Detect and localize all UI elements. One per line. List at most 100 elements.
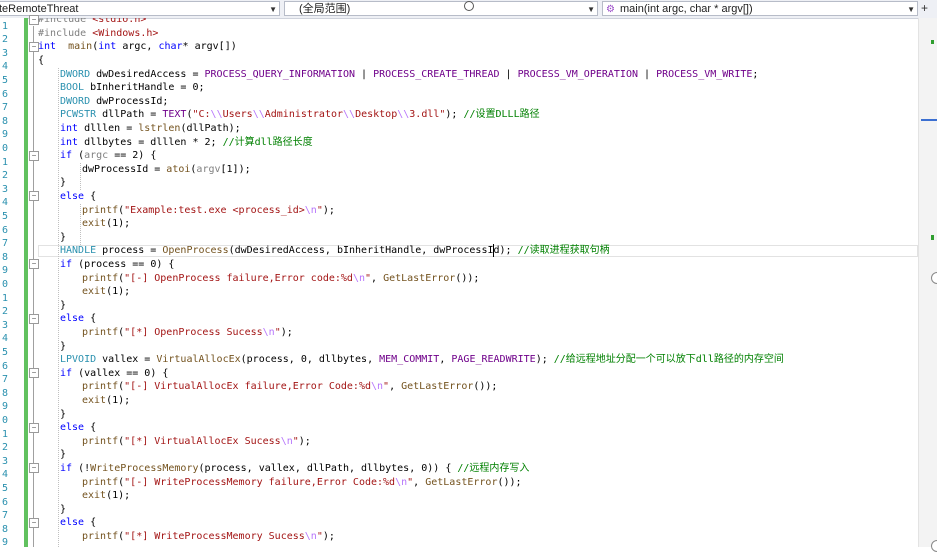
line-number: 4 (1, 61, 8, 73)
code-token: * argv[]) (182, 41, 237, 53)
code-token: { (84, 313, 97, 325)
code-token: PROCESS_CREATE_THREAD (373, 68, 500, 80)
line-number: 3 (1, 319, 8, 331)
code-line: } (60, 299, 66, 313)
scroll-handle-icon[interactable] (931, 272, 937, 284)
code-token: //读取进程获取句柄 (517, 245, 610, 257)
code-token: (process, 0, dllbytes, (240, 354, 380, 366)
line-number: 5 (1, 74, 8, 86)
code-token: "[-] WriteProcessMemory failure,Error Co… (124, 476, 396, 488)
code-token: DWORD (60, 68, 91, 80)
code-token: int (60, 136, 79, 148)
line-number: 6 (1, 360, 8, 372)
code-token: dwProcessId; (90, 95, 169, 107)
code-line: } (60, 503, 66, 517)
code-token: (vallex == 0) { (72, 367, 169, 379)
code-token: //设置DLLL路径 (463, 109, 540, 121)
code-token: printf (82, 531, 119, 542)
code-token: ()); (473, 381, 498, 393)
code-token: process = (96, 245, 163, 257)
code-editor[interactable]: #include <stdio.h> #include <Windows.h> in… (38, 18, 918, 547)
split-handle[interactable] (464, 1, 474, 11)
code-token: LPVOID (60, 354, 97, 366)
code-token: dllbytes = dlllen * 2; (78, 136, 223, 148)
code-token: } (60, 299, 67, 311)
code-token: //远程内存写入 (457, 463, 530, 474)
code-line: else { (60, 190, 96, 204)
code-token: main (68, 41, 93, 53)
code-token: else (60, 191, 85, 202)
code-token: GetLastError (383, 272, 456, 284)
change-tracking-bar (24, 18, 28, 547)
code-line: LPVOID vallex = VirtualAllocEx(process, … (60, 353, 784, 367)
indent-guide (80, 163, 81, 191)
code-token: exit (82, 218, 107, 230)
scope-dropdown[interactable]: (全局范围) ▼ (284, 1, 598, 16)
code-line: PCWSTR dllPath = TEXT("C:\\Users\\Admini… (60, 108, 540, 122)
code-line: } (60, 408, 66, 422)
code-token: \n (352, 272, 365, 284)
code-token: bInheritHandle = 0; (84, 82, 205, 94)
code-line: dwProcessId = atoi(argv[1]); (82, 163, 251, 177)
code-token: | (638, 68, 657, 80)
line-number: 5 (1, 346, 8, 358)
code-token: { (38, 55, 45, 66)
code-token: [1]); (220, 163, 251, 175)
code-token: (process, vallex, dllPath, dllbytes, 0))… (198, 463, 458, 474)
code-token: \\ (343, 109, 356, 121)
line-number: 4 (1, 333, 8, 345)
chevron-down-icon: ▼ (587, 5, 595, 14)
code-line: #include <Windows.h> (38, 27, 158, 41)
code-token: atoi (166, 163, 191, 175)
code-line: if (process == 0) { (60, 258, 174, 272)
code-token: BOOL (60, 82, 85, 94)
code-line: int dlllen = lstrlen(dllPath); (60, 122, 241, 136)
code-line: } (60, 176, 66, 190)
code-token: argc, (116, 41, 159, 53)
code-token: (dwDesiredAccess, bInheritHandle, dwProc… (228, 245, 518, 257)
code-line: exit(1); (82, 394, 130, 408)
code-token: dllPath = (96, 109, 163, 121)
code-token: exit (82, 395, 107, 406)
function-dropdown-value: main(int argc, char * argv[]) (620, 3, 753, 15)
line-number: 9 (1, 129, 8, 141)
code-token: "[*] OpenProcess Sucess (124, 327, 263, 338)
code-line: } (60, 340, 66, 354)
code-token: if (60, 259, 73, 270)
line-number: 2 (1, 34, 8, 46)
code-token: \\ (210, 109, 223, 121)
scroll-handle-icon[interactable] (931, 540, 937, 552)
code-token: (1); (106, 490, 131, 502)
code-token: PROCESS_QUERY_INFORMATION (204, 68, 356, 80)
code-token: else (60, 517, 85, 529)
indent-guide (58, 67, 59, 547)
code-token: //给远程地址分配一个可以放下dll路径的内存空间 (553, 354, 784, 366)
project-dropdown-value: teRemoteThreat (0, 3, 79, 15)
code-token: (1); (106, 286, 131, 298)
code-token: ( (72, 150, 85, 162)
code-token: PAGE_READWRITE (451, 354, 536, 366)
code-token: if (60, 463, 73, 474)
code-token: { (84, 422, 97, 434)
code-token: \n (304, 204, 317, 216)
code-token: } (60, 408, 67, 420)
code-token: { (84, 517, 97, 529)
project-dropdown[interactable]: teRemoteThreat ▼ (0, 1, 280, 16)
code-token: PCWSTR (60, 109, 97, 121)
code-token: Users (222, 109, 253, 121)
code-token: WriteProcessMemory (90, 463, 199, 474)
add-split-button[interactable]: + (921, 0, 928, 16)
line-number: 2 (1, 170, 8, 182)
code-token: (1); (106, 218, 131, 230)
code-token: (! (72, 463, 91, 474)
chevron-down-icon: ▼ (907, 5, 915, 14)
code-line: HANDLE process = OpenProcess(dwDesiredAc… (60, 244, 610, 258)
line-number: 0 (1, 278, 8, 290)
code-token: PROCESS_VM_WRITE (656, 68, 753, 80)
line-number: 3 (1, 455, 8, 467)
code-token: \n (304, 531, 317, 542)
code-token: \\ (252, 109, 265, 121)
code-token: printf (82, 272, 119, 284)
code-line: exit(1); (82, 285, 130, 299)
function-dropdown[interactable]: ⚙ main(int argc, char * argv[]) ▼ (602, 1, 918, 16)
